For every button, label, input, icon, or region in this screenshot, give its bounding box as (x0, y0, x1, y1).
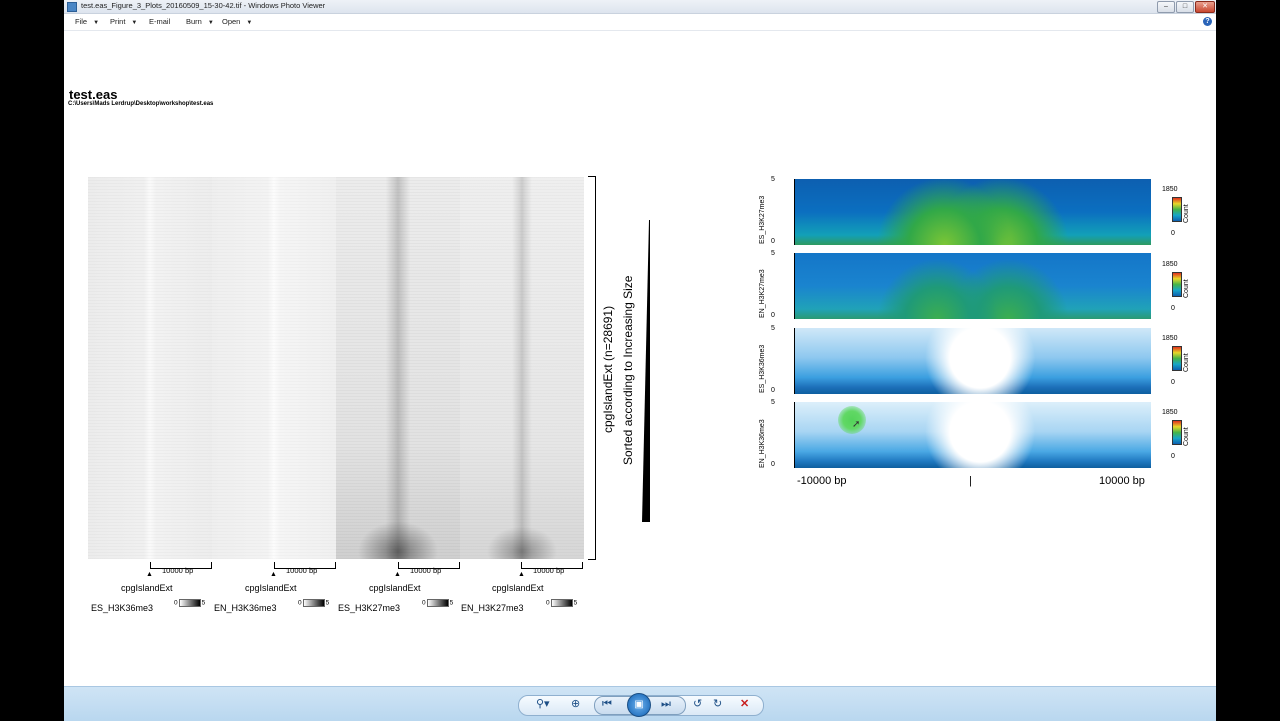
size-wedge (642, 220, 650, 522)
panel-label: EN_H3K27me3 (759, 269, 766, 318)
y-axis (790, 328, 795, 394)
heatmap-en-h3k27me3 (460, 177, 584, 559)
feature-marker: ▲ (394, 571, 401, 578)
slideshow-button[interactable]: ▣ (627, 693, 651, 717)
colorbar-max: 1850 (1162, 335, 1178, 342)
app-icon (67, 2, 77, 12)
y-axis (790, 402, 795, 468)
rows-bracket (588, 176, 596, 560)
panel-label: ES_H3K27me3 (759, 195, 766, 244)
intensity-legend: 05 (174, 599, 206, 607)
feature-marker: ▲ (518, 571, 525, 578)
y-tick-min: 0 (771, 312, 775, 319)
feature-label: cpgIslandExt (492, 583, 544, 593)
x-axis-center-mark: | (969, 475, 972, 487)
chevron-down-icon: ▼ (246, 20, 253, 26)
panel-label: ES_H3K36me3 (759, 344, 766, 393)
y-axis (790, 253, 795, 319)
menu-print[interactable]: Print ▼ (110, 17, 137, 26)
menu-bar: File ▼ Print ▼ E-mail Burn ▼ Open ▼ ? (64, 14, 1216, 31)
intensity-legend: 05 (422, 599, 454, 607)
x-axis-min-label: -10000 bp (797, 475, 847, 487)
colorbar-label: Count (1183, 204, 1190, 223)
zoom-icon[interactable]: ⚲▾ (536, 698, 550, 710)
scale-label: 10000 bp (286, 566, 318, 575)
colorbar-min: 0 (1171, 379, 1175, 386)
mouse-pointer-icon: ➚ (852, 419, 861, 430)
panel-name: EN_H3K27me3 (461, 603, 524, 613)
colorbar-label: Count (1183, 427, 1190, 446)
y-label-main: cpgIslandExt (n=28691) (601, 305, 615, 433)
minimize-button[interactable]: – (1157, 1, 1175, 13)
colorbar (1172, 346, 1182, 371)
feature-label: cpgIslandExt (121, 583, 173, 593)
help-icon[interactable]: ? (1203, 17, 1212, 26)
panel-label: EN_H3K36me3 (759, 419, 766, 468)
y-tick-min: 0 (771, 387, 775, 394)
colorbar-max: 1850 (1162, 409, 1178, 416)
menu-open[interactable]: Open ▼ (222, 17, 252, 26)
bottom-toolbar: ⚲▾ ⊕ ⏮ ▣ ⏭ ↺ ↻ ✕ (64, 686, 1216, 721)
menu-email[interactable]: E-mail (149, 17, 170, 26)
feature-label: cpgIslandExt (369, 583, 421, 593)
colorbar-max: 1850 (1162, 186, 1178, 193)
y-axis (790, 179, 795, 245)
next-icon[interactable]: ⏭ (661, 698, 671, 710)
rotate-ccw-icon[interactable]: ↺ (693, 698, 702, 710)
colorbar-min: 0 (1171, 230, 1175, 237)
feature-label: cpgIslandExt (245, 583, 297, 593)
density-plot-es-h3k36me3 (795, 328, 1151, 394)
y-tick-min: 0 (771, 461, 775, 468)
y-tick-min: 0 (771, 238, 775, 245)
colorbar-min: 0 (1171, 453, 1175, 460)
intensity-legend: 05 (546, 599, 578, 607)
x-axis-max-label: 10000 bp (1099, 475, 1145, 487)
photo-viewer-window: test.eas_Figure_3_Plots_20160509_15-30-4… (64, 0, 1216, 721)
actual-size-icon[interactable]: ⊕ (571, 698, 580, 710)
maximize-button[interactable]: □ (1176, 1, 1194, 13)
menu-burn[interactable]: Burn ▼ (186, 17, 214, 26)
colorbar-label: Count (1183, 279, 1190, 298)
chevron-down-icon: ▼ (93, 20, 100, 26)
previous-icon[interactable]: ⏮ (602, 698, 612, 710)
feature-marker: ▲ (270, 571, 277, 578)
y-tick-max: 5 (771, 325, 775, 332)
colorbar (1172, 420, 1182, 445)
feature-marker: ▲ (146, 571, 153, 578)
chevron-down-icon: ▼ (131, 20, 138, 26)
scale-label: 10000 bp (410, 566, 442, 575)
title-bar: test.eas_Figure_3_Plots_20160509_15-30-4… (64, 0, 1216, 14)
y-tick-max: 5 (771, 250, 775, 257)
colorbar (1172, 272, 1182, 297)
document-title: test.eas (69, 87, 118, 102)
window-title: test.eas_Figure_3_Plots_20160509_15-30-4… (81, 1, 326, 10)
panel-name: ES_H3K27me3 (338, 603, 401, 613)
panel-name: ES_H3K36me3 (91, 603, 154, 613)
heatmap-es-h3k27me3 (336, 177, 460, 559)
scale-label: 10000 bp (162, 566, 194, 575)
colorbar (1172, 197, 1182, 222)
panel-name: EN_H3K36me3 (214, 603, 277, 613)
colorbar-max: 1850 (1162, 261, 1178, 268)
y-label-sort: Sorted according to Increasing Size (621, 275, 635, 465)
density-plot-es-h3k27me3 (795, 179, 1151, 245)
delete-icon[interactable]: ✕ (740, 698, 749, 710)
scale-label: 10000 bp (533, 566, 565, 575)
close-button[interactable]: ✕ (1195, 1, 1215, 13)
document-path: C:\Users\Mads Lerdrup\Desktop\workshop\t… (68, 101, 214, 107)
density-plot-en-h3k27me3 (795, 253, 1151, 319)
colorbar-label: Count (1183, 353, 1190, 372)
chevron-down-icon: ▼ (207, 20, 214, 26)
colorbar-min: 0 (1171, 305, 1175, 312)
menu-file[interactable]: File ▼ (75, 17, 99, 26)
y-tick-max: 5 (771, 176, 775, 183)
intensity-legend: 05 (298, 599, 330, 607)
heatmap-es-h3k36me3 (88, 177, 212, 559)
rotate-cw-icon[interactable]: ↻ (713, 698, 722, 710)
y-tick-max: 5 (771, 399, 775, 406)
heatmap-en-h3k36me3 (212, 177, 336, 559)
